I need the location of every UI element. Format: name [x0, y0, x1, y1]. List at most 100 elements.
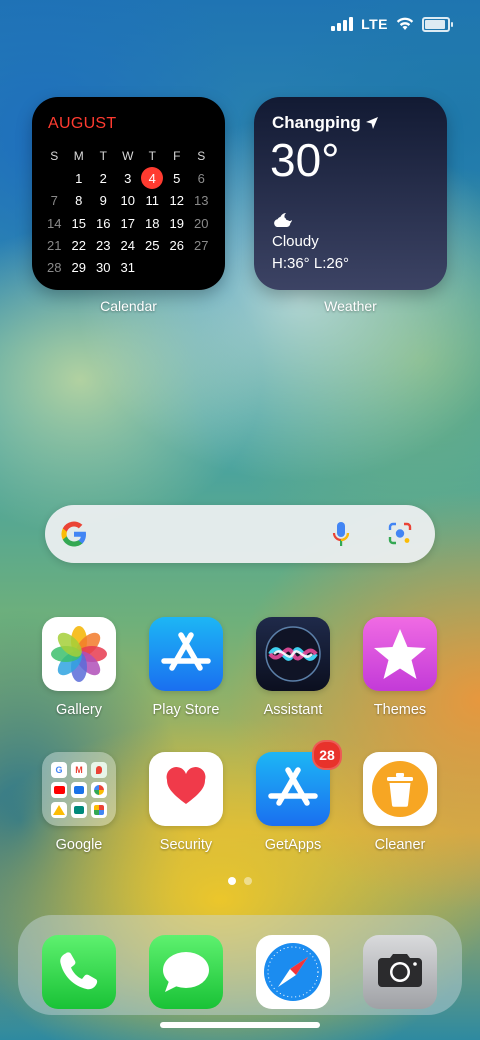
- calendar-today: 4: [140, 167, 165, 190]
- calendar-day: 20: [194, 215, 209, 231]
- microphone-icon[interactable]: [331, 521, 351, 549]
- security-icon: [149, 752, 223, 826]
- page-indicator[interactable]: [0, 877, 480, 885]
- weather-temperature: 30°: [270, 134, 340, 186]
- calendar-day: 31: [120, 260, 135, 276]
- app-play-store[interactable]: Play Store: [136, 617, 236, 718]
- calendar-day: 1: [75, 170, 83, 186]
- calendar-day: 9: [99, 193, 107, 209]
- app-google-folder[interactable]: G M Google: [29, 752, 129, 853]
- calendar-day: 24: [120, 237, 135, 253]
- calendar-weekday: F: [173, 149, 181, 164]
- calendar-day: [42, 167, 67, 189]
- calendar-day: 3: [124, 170, 132, 186]
- calendar-widget-label: Calendar: [100, 298, 157, 314]
- google-g-icon: [61, 521, 86, 547]
- app-label: Themes: [373, 702, 427, 718]
- weather-city-row: Changping: [272, 113, 379, 133]
- battery-icon: [422, 16, 453, 32]
- app-themes[interactable]: Themes: [350, 617, 450, 718]
- browser-icon[interactable]: [256, 935, 330, 1009]
- calendar-day: 28: [47, 260, 62, 276]
- status-bar: LTE: [331, 16, 453, 32]
- calendar-day: [189, 256, 214, 278]
- calendar-day: 8: [75, 193, 83, 209]
- app-label: Gallery: [56, 702, 102, 718]
- wifi-icon: [396, 17, 414, 30]
- calendar-day: [140, 256, 165, 278]
- home-indicator[interactable]: [160, 1022, 320, 1028]
- app-label: Assistant: [263, 702, 323, 718]
- app-label: Security: [159, 837, 213, 853]
- google-g-mini-icon: G: [51, 762, 67, 778]
- chat-mini-icon: [91, 802, 107, 818]
- calendar-weekday: S: [50, 149, 59, 164]
- page-dot-1[interactable]: [228, 877, 236, 885]
- calendar-day: 13: [194, 193, 209, 209]
- camera-lens-icon[interactable]: [387, 522, 413, 546]
- calendar-widget[interactable]: AUGUST S M T W T F S 1 2 3 4 5 6 7 8 9 10 11 12 13 14 15 16 17 1…: [32, 97, 225, 290]
- app-assistant[interactable]: Assistant: [243, 617, 343, 718]
- battery-level: [425, 19, 445, 29]
- meet-mini-icon: [71, 802, 87, 818]
- page-dot-2[interactable]: [244, 877, 252, 885]
- calendar-day: 17: [120, 215, 135, 231]
- calendar-day: 5: [173, 170, 181, 186]
- calendar-grid: S M T W T F S 1 2 3 4 5 6 7 8 9 10 11 12 13 14 15 16 17 18 19 20 21…: [42, 145, 214, 279]
- calendar-day: 27: [194, 237, 209, 253]
- app-label: Cleaner: [374, 837, 426, 853]
- phone-icon[interactable]: [42, 935, 116, 1009]
- calendar-day: 14: [47, 215, 62, 231]
- calendar-day: 12: [169, 193, 184, 209]
- calendar-day: 29: [71, 260, 86, 276]
- weather-condition: Cloudy: [272, 233, 319, 250]
- google-folder-icon: G M: [42, 752, 116, 826]
- app-gallery[interactable]: Gallery: [29, 617, 129, 718]
- signal-icon: [331, 17, 354, 31]
- calendar-day: 26: [169, 237, 184, 253]
- youtube-mini-icon: [51, 782, 67, 798]
- assistant-icon: [256, 617, 330, 691]
- location-arrow-icon: [365, 117, 378, 129]
- gallery-icon: [42, 617, 116, 691]
- calendar-day: 30: [96, 260, 111, 276]
- calendar-day: 11: [145, 193, 160, 209]
- app-label: GetApps: [264, 837, 322, 853]
- calendar-day: 18: [145, 215, 160, 231]
- weather-widget[interactable]: Changping 30° Cloudy H:36° L:26°: [254, 97, 447, 290]
- drive-mini-icon: [51, 802, 67, 818]
- weather-high-low: H:36° L:26°: [272, 255, 350, 272]
- maps-mini-icon: [91, 762, 107, 778]
- getapps-icon: 28: [256, 740, 342, 826]
- app-cleaner[interactable]: Cleaner: [350, 752, 450, 853]
- calendar-day: 16: [96, 215, 111, 231]
- calendar-day: 19: [169, 215, 184, 231]
- calendar-day: 7: [50, 193, 58, 209]
- calendar-day: 10: [120, 193, 135, 209]
- notification-badge: 28: [312, 740, 342, 770]
- google-search-bar[interactable]: [45, 505, 435, 563]
- camera-icon[interactable]: [363, 935, 437, 1009]
- weather-widget-label: Weather: [324, 298, 377, 314]
- calendar-day: 22: [71, 237, 86, 253]
- calendar-day: 2: [99, 170, 107, 186]
- app-getapps[interactable]: 28 GetApps: [243, 740, 343, 853]
- calendar-day: 15: [71, 215, 86, 231]
- photos-mini-icon: [91, 782, 107, 798]
- calendar-day: 25: [145, 237, 160, 253]
- calendar-weekday: W: [122, 149, 134, 164]
- app-label: Play Store: [152, 702, 220, 718]
- calendar-weekday: T: [148, 149, 156, 164]
- calendar-month: AUGUST: [48, 115, 117, 132]
- weather-city: Changping: [272, 113, 361, 132]
- app-security[interactable]: Security: [136, 752, 236, 853]
- calendar-today-number: 4: [141, 167, 164, 190]
- messages-icon[interactable]: [149, 935, 223, 1009]
- calendar-weekday: M: [73, 149, 84, 164]
- calendar-weekday: T: [99, 149, 107, 164]
- cloud-moon-icon: [274, 213, 292, 227]
- calendar-day: 6: [197, 170, 205, 186]
- play-store-icon: [149, 617, 223, 691]
- gmail-mini-icon: M: [71, 762, 87, 778]
- calendar-day: 23: [96, 237, 111, 253]
